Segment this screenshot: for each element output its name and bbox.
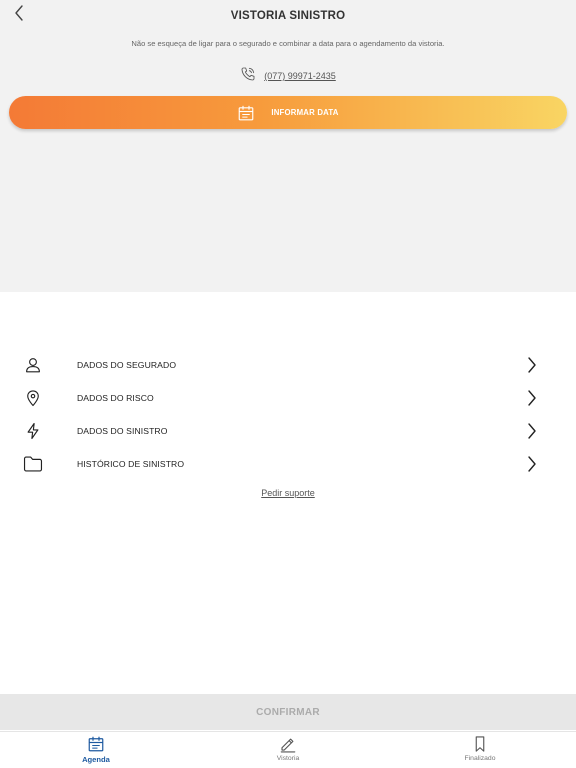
pencil-icon: [279, 735, 297, 753]
phone-number-link[interactable]: (077) 99971-2435: [264, 71, 336, 81]
folder-icon: [23, 454, 43, 474]
calendar-icon: [237, 104, 255, 122]
menu-item-historico-sinistro[interactable]: HISTÓRICO DE SINISTRO: [0, 447, 576, 480]
top-panel: VISTORIA SINISTRO Não se esqueça de liga…: [0, 0, 576, 292]
chevron-right-icon: [524, 455, 540, 473]
confirm-label: CONFIRMAR: [256, 706, 320, 718]
menu-item-dados-segurado[interactable]: DADOS DO SEGURADO: [0, 348, 576, 381]
menu-item-label: DADOS DO RISCO: [77, 392, 154, 403]
chevron-right-icon: [524, 356, 540, 374]
tab-label: Agenda: [82, 755, 110, 764]
menu-item-label: HISTÓRICO DE SINISTRO: [77, 458, 185, 469]
tab-label: Finalizado: [464, 755, 496, 762]
menu-item-dados-sinistro[interactable]: DADOS DO SINISTRO: [0, 414, 576, 447]
support-link[interactable]: Pedir suporte: [0, 488, 576, 498]
menu-item-label: DADOS DO SEGURADO: [77, 359, 177, 370]
tab-label: Vistoria: [276, 755, 300, 762]
phone-icon: [240, 66, 256, 82]
lightning-icon: [23, 421, 43, 441]
inform-date-label: INFORMAR DATA: [271, 108, 339, 117]
bottom-nav: Agenda Vistoria Finalizado: [0, 731, 576, 768]
menu-list: DADOS DO SEGURADO DADOS DO RISCO DADOS D…: [0, 348, 576, 480]
chevron-right-icon: [524, 422, 540, 440]
instruction-text: Não se esqueça de ligar para o segurado …: [131, 39, 445, 48]
calendar-icon: [87, 735, 105, 753]
user-icon: [23, 355, 43, 375]
menu-item-dados-risco[interactable]: DADOS DO RISCO: [0, 381, 576, 414]
menu-item-label: DADOS DO SINISTRO: [77, 425, 168, 436]
tab-finalizado[interactable]: Finalizado: [384, 732, 576, 768]
bookmark-icon: [471, 735, 489, 753]
page-title: VISTORIA SINISTRO: [230, 10, 346, 22]
tab-vistoria[interactable]: Vistoria: [192, 732, 384, 768]
phone-row: (077) 99971-2435: [0, 66, 576, 82]
map-pin-icon: [23, 388, 43, 408]
tab-agenda[interactable]: Agenda: [0, 732, 192, 768]
vistoria-screen: VISTORIA SINISTRO Não se esqueça de liga…: [0, 0, 576, 768]
confirm-button[interactable]: CONFIRMAR: [0, 694, 576, 730]
inform-date-button[interactable]: INFORMAR DATA: [9, 96, 567, 129]
chevron-right-icon: [524, 389, 540, 407]
